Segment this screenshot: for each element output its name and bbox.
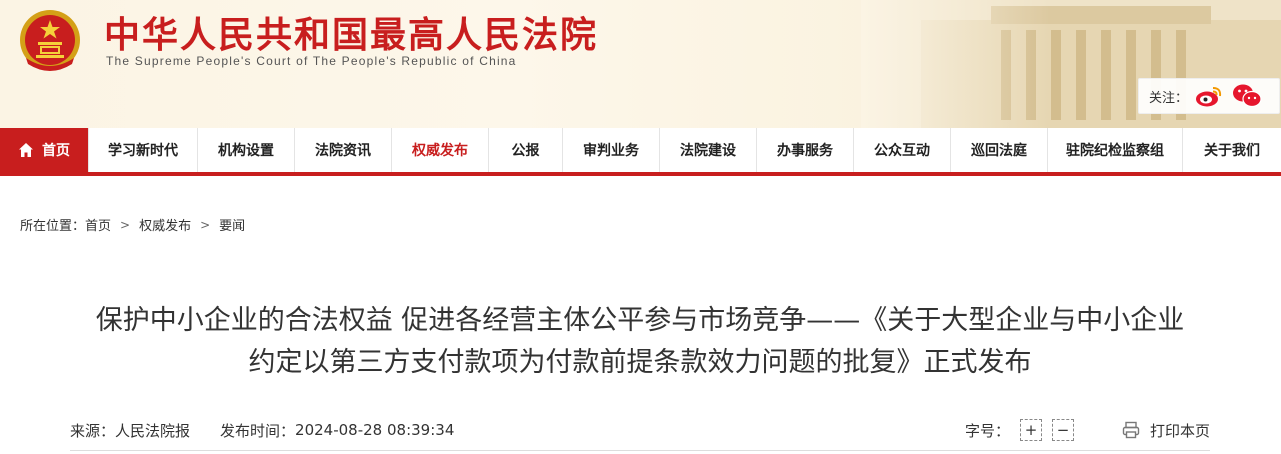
nav-label: 首页 <box>42 143 70 159</box>
nav-label: 审判业务 <box>583 143 639 159</box>
nav-item-trial[interactable]: 审判业务 <box>563 128 660 172</box>
wechat-icon[interactable] <box>1230 81 1264 111</box>
nav-label: 机构设置 <box>218 143 274 159</box>
site-title: 中华人民共和国最高人民法院 <box>104 14 599 56</box>
article-meta: 来源： 人民法院报 发布时间： 2024-08-28 08:39:34 字号： … <box>70 418 1210 442</box>
nav-item-news[interactable]: 法院资讯 <box>295 128 392 172</box>
font-increase-button[interactable]: + <box>1019 419 1042 441</box>
print-link[interactable]: 打印本页 <box>1150 420 1210 441</box>
nav-label: 公报 <box>511 143 540 159</box>
breadcrumb-item-home[interactable]: 首页 <box>85 215 111 234</box>
time-value: 2024-08-28 08:39:34 <box>295 421 455 439</box>
nav-item-services[interactable]: 办事服务 <box>757 128 854 172</box>
nav-item-gazette[interactable]: 公报 <box>489 128 563 172</box>
font-decrease-button[interactable]: − <box>1051 419 1074 441</box>
nav-label: 学习新时代 <box>108 143 178 159</box>
divider <box>70 450 1210 451</box>
nav-item-about[interactable]: 关于我们 <box>1183 128 1281 172</box>
nav-item-structure[interactable]: 机构设置 <box>198 128 295 172</box>
nav-label: 关于我们 <box>1204 143 1260 159</box>
main-nav: 首页 学习新时代 机构设置 法院资讯 权威发布 公报 审判业务 法院建设 办事服… <box>0 128 1281 176</box>
site-header: 中华人民共和国最高人民法院 The Supreme People's Court… <box>0 0 1281 128</box>
nav-item-home[interactable]: 首页 <box>0 128 89 172</box>
follow-label: 关注： <box>1149 90 1189 106</box>
article-tools: 字号： + − 打印本页 <box>965 419 1210 441</box>
source-label: 来源： <box>70 421 116 440</box>
home-icon <box>19 143 33 157</box>
nav-item-circuit[interactable]: 巡回法庭 <box>951 128 1048 172</box>
nav-label: 法院建设 <box>680 143 736 159</box>
chevron-right-icon: > <box>120 217 131 232</box>
nav-label: 权威发布 <box>412 143 468 159</box>
breadcrumb-item-releases[interactable]: 权威发布 <box>139 215 191 234</box>
site-subtitle: The Supreme People's Court of The People… <box>106 54 517 68</box>
time-label: 发布时间： <box>220 421 296 440</box>
nav-item-study[interactable]: 学习新时代 <box>89 128 198 172</box>
article-title: 保护中小企业的合法权益 促进各经营主体公平参与市场竞争——《关于大型企业与中小企… <box>40 300 1240 384</box>
breadcrumb-prefix: 所在位置： <box>20 219 86 234</box>
breadcrumb: 所在位置： 首页 > 权威发布 > 要闻 <box>20 215 245 235</box>
nav-label: 法院资讯 <box>315 143 371 159</box>
nav-label: 公众互动 <box>874 143 930 159</box>
nav-item-interaction[interactable]: 公众互动 <box>854 128 951 172</box>
nav-item-construction[interactable]: 法院建设 <box>660 128 757 172</box>
source-value: 人民法院报 <box>115 421 191 440</box>
national-emblem-icon <box>20 10 80 71</box>
nav-item-releases[interactable]: 权威发布 <box>392 128 489 172</box>
font-size-label: 字号： <box>964 421 1010 440</box>
weibo-icon[interactable] <box>1192 81 1226 111</box>
chevron-right-icon: > <box>200 217 211 232</box>
article-title-line: 保护中小企业的合法权益 促进各经营主体公平参与市场竞争——《关于大型企业与中小企… <box>95 305 1185 336</box>
breadcrumb-item-news[interactable]: 要闻 <box>219 215 245 234</box>
print-icon[interactable] <box>1122 421 1140 439</box>
nav-item-discipline[interactable]: 驻院纪检监察组 <box>1048 128 1183 172</box>
article-title-line: 约定以第三方支付款项为付款前提条款效力问题的批复》正式发布 <box>248 347 1032 378</box>
nav-label: 办事服务 <box>777 143 833 159</box>
nav-label: 驻院纪检监察组 <box>1066 143 1164 159</box>
follow-bar: 关注： <box>1138 78 1280 114</box>
nav-label: 巡回法庭 <box>971 143 1027 159</box>
